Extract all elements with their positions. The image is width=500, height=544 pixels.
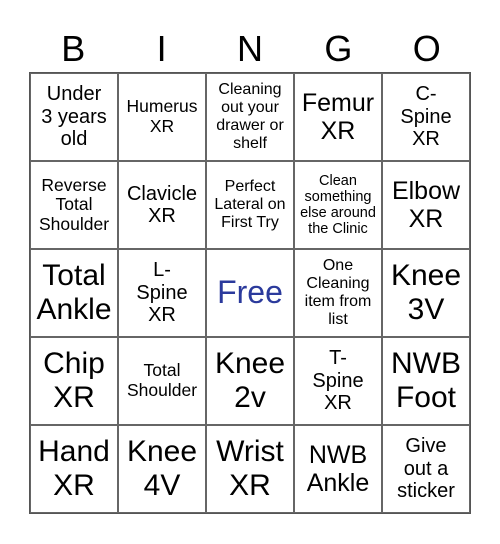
- free-space-label: Free: [217, 274, 283, 311]
- bingo-cell[interactable]: One Cleaning item from list: [294, 249, 382, 337]
- bingo-cell[interactable]: T- Spine XR: [294, 337, 382, 425]
- bingo-cell-label: Reverse Total Shoulder: [38, 174, 110, 234]
- bingo-cell-label: Hand XR: [38, 435, 110, 502]
- bingo-cell-label: Perfect Lateral on First Try: [214, 178, 286, 231]
- bingo-cell[interactable]: Clean something else around the Clinic: [294, 161, 382, 249]
- bingo-cell-label: NWB Foot: [391, 347, 461, 414]
- bingo-cell-label: Clavicle XR: [126, 182, 198, 227]
- bingo-cell[interactable]: Knee 2v: [206, 337, 294, 425]
- bingo-cell[interactable]: Knee 4V: [118, 425, 206, 513]
- bingo-header: B I N G O: [29, 26, 471, 72]
- bingo-cell[interactable]: Femur XR: [294, 73, 382, 161]
- bingo-cell-label: Clean something else around the Clinic: [300, 172, 376, 238]
- header-letter-n: N: [236, 28, 263, 69]
- header-letter-o: O: [412, 28, 441, 69]
- bingo-cell[interactable]: Total Ankle: [30, 249, 118, 337]
- bingo-cell-label: Under 3 years old: [41, 83, 107, 151]
- bingo-cell[interactable]: Reverse Total Shoulder: [30, 161, 118, 249]
- header-letter-b: B: [61, 28, 86, 69]
- bingo-cell-label: T- Spine XR: [312, 347, 364, 415]
- bingo-cell[interactable]: Humerus XR: [118, 73, 206, 161]
- bingo-cell[interactable]: Wrist XR: [206, 425, 294, 513]
- bingo-cell[interactable]: Cleaning out your drawer or shelf: [206, 73, 294, 161]
- bingo-cell-label: C- Spine XR: [400, 83, 452, 151]
- bingo-cell-label: NWB Ankle: [306, 441, 370, 497]
- bingo-cell[interactable]: NWB Foot: [382, 337, 470, 425]
- bingo-cell-label: Total Ankle: [36, 259, 112, 326]
- bingo-cell[interactable]: Total Shoulder: [118, 337, 206, 425]
- bingo-cell-label: Total Shoulder: [126, 360, 198, 400]
- bingo-card-grid: Under 3 years old Humerus XR Cleaning out …: [29, 72, 471, 514]
- bingo-cell-label: Give out a sticker: [397, 435, 455, 503]
- bingo-cell[interactable]: Give out a sticker: [382, 425, 470, 513]
- bingo-cell[interactable]: Hand XR: [30, 425, 118, 513]
- bingo-cell[interactable]: Elbow XR: [382, 161, 470, 249]
- free-space-cell[interactable]: Free: [206, 249, 294, 337]
- bingo-cell[interactable]: Knee 3V: [382, 249, 470, 337]
- bingo-cell-label: Knee 3V: [390, 259, 462, 326]
- bingo-cell[interactable]: L- Spine XR: [118, 249, 206, 337]
- bingo-cell-label: Femur XR: [301, 89, 375, 145]
- bingo-cell[interactable]: Perfect Lateral on First Try: [206, 161, 294, 249]
- bingo-cell-label: Wrist XR: [216, 435, 284, 502]
- bingo-cell-label: Knee 2v: [214, 347, 286, 414]
- header-letter-g: G: [324, 28, 353, 69]
- bingo-cell-label: One Cleaning item from list: [304, 257, 372, 328]
- bingo-cell[interactable]: NWB Ankle: [294, 425, 382, 513]
- bingo-cell-label: L- Spine XR: [136, 259, 188, 327]
- bingo-cell-label: Cleaning out your drawer or shelf: [216, 81, 284, 152]
- bingo-cell-label: Elbow XR: [391, 177, 461, 233]
- bingo-cell-label: Humerus XR: [126, 96, 198, 136]
- bingo-cell[interactable]: Clavicle XR: [118, 161, 206, 249]
- bingo-cell[interactable]: C- Spine XR: [382, 73, 470, 161]
- bingo-cell[interactable]: Chip XR: [30, 337, 118, 425]
- bingo-cell-label: Chip XR: [43, 347, 105, 414]
- header-letter-i: I: [156, 28, 167, 69]
- bingo-cell-label: Knee 4V: [126, 435, 198, 502]
- bingo-cell[interactable]: Under 3 years old: [30, 73, 118, 161]
